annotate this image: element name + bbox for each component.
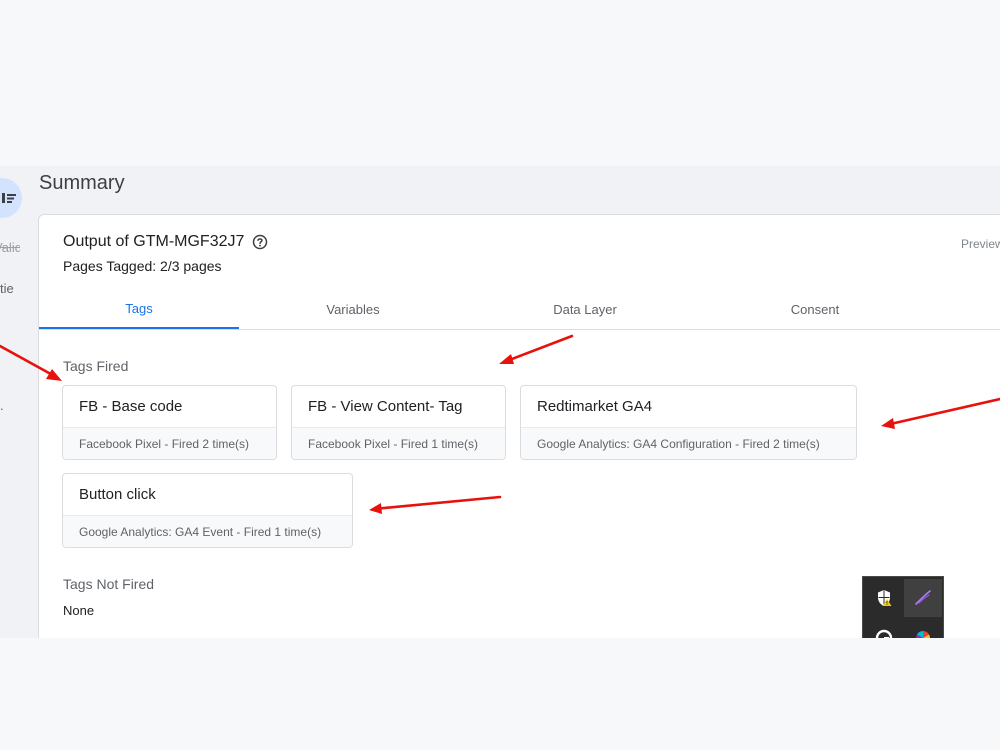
preview-label[interactable]: Preview bbox=[961, 237, 1000, 251]
tags-not-fired-value: None bbox=[63, 603, 95, 618]
pages-tagged-count: Pages Tagged: 2/3 pages bbox=[63, 258, 222, 274]
defender-warning-icon[interactable] bbox=[865, 579, 903, 617]
output-title: Output of GTM-MGF32J7 bbox=[63, 233, 268, 251]
gtm-preview-screenshot: Valid tie . Summary Output of GTM-MGF32J… bbox=[0, 166, 1000, 638]
output-card: Output of GTM-MGF32J7 Pages Tagged: 2/3 … bbox=[38, 214, 1000, 638]
tag-card-redtimarket-ga4[interactable]: Redtimarket GA4 Google Analytics: GA4 Co… bbox=[520, 385, 857, 460]
rail-item-label: . bbox=[0, 398, 4, 413]
tag-status: Facebook Pixel - Fired 1 time(s) bbox=[292, 428, 505, 459]
tab-variables[interactable]: Variables bbox=[239, 289, 467, 329]
tag-card-button-click[interactable]: Button click Google Analytics: GA4 Event… bbox=[62, 473, 353, 548]
tab-data-layer[interactable]: Data Layer bbox=[467, 289, 703, 329]
tag-name: FB - Base code bbox=[63, 386, 276, 428]
grammarly-icon[interactable] bbox=[865, 619, 903, 638]
tag-name: Button click bbox=[63, 474, 352, 516]
tab-tags[interactable]: Tags bbox=[39, 289, 239, 329]
tab-bar: Tags Variables Data Layer Consent bbox=[39, 289, 1000, 330]
output-title-text: Output of GTM-MGF32J7 bbox=[63, 233, 245, 250]
feather-pen-icon[interactable] bbox=[904, 579, 942, 617]
tag-status: Facebook Pixel - Fired 2 time(s) bbox=[63, 428, 276, 459]
tag-name: Redtimarket GA4 bbox=[521, 386, 856, 428]
left-rail: Valid tie . bbox=[0, 166, 30, 638]
tag-status: Google Analytics: GA4 Configuration - Fi… bbox=[521, 428, 856, 459]
system-tray-popup bbox=[862, 576, 944, 638]
tag-card-fb-view-content[interactable]: FB - View Content- Tag Facebook Pixel - … bbox=[291, 385, 506, 460]
tags-fired-label: Tags Fired bbox=[63, 358, 129, 374]
rail-item-label[interactable]: Valid bbox=[0, 240, 20, 255]
tags-not-fired-label: Tags Not Fired bbox=[63, 576, 155, 592]
page-title: Summary bbox=[39, 172, 125, 194]
filter-list-icon[interactable] bbox=[0, 178, 22, 218]
tag-status: Google Analytics: GA4 Event - Fired 1 ti… bbox=[63, 516, 352, 547]
tag-card-fb-base-code[interactable]: FB - Base code Facebook Pixel - Fired 2 … bbox=[62, 385, 277, 460]
help-circle-icon[interactable] bbox=[252, 234, 268, 250]
color-wheel-icon[interactable] bbox=[904, 619, 942, 638]
tag-name: FB - View Content- Tag bbox=[292, 386, 505, 428]
tab-consent[interactable]: Consent bbox=[703, 289, 927, 329]
rail-item-label[interactable]: tie bbox=[0, 281, 26, 296]
